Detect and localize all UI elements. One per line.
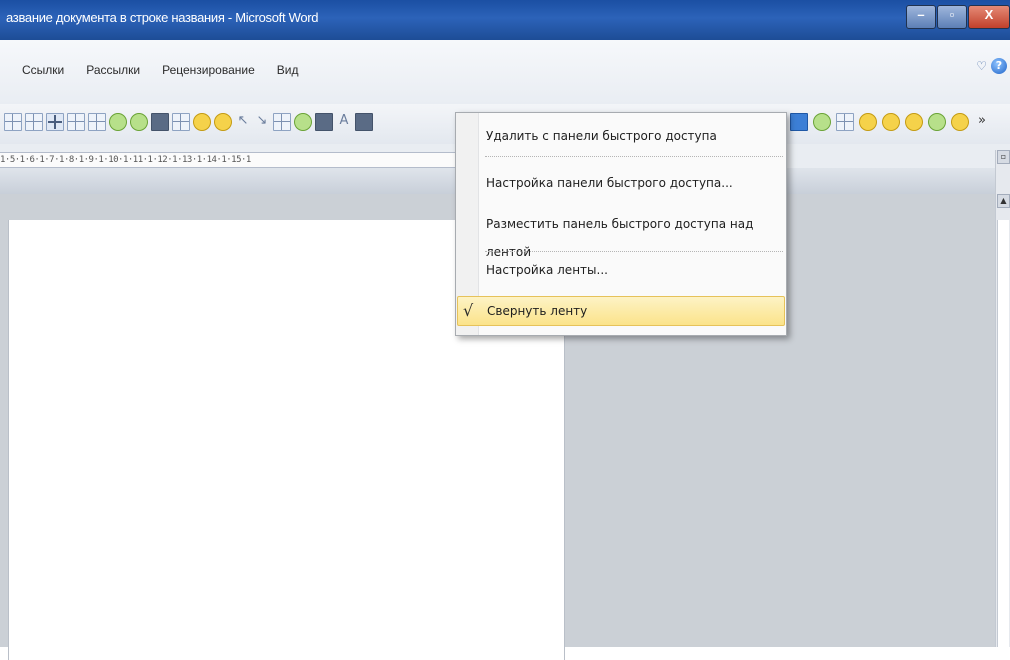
green-ring-icon[interactable]	[813, 113, 831, 131]
table-icon[interactable]	[4, 113, 22, 131]
help-icon[interactable]: ?	[991, 58, 1007, 74]
minimize-button[interactable]: –	[906, 5, 936, 29]
insert-table-icon[interactable]	[25, 113, 43, 131]
dropdown-square-icon[interactable]	[355, 113, 373, 131]
circle-icon[interactable]	[294, 113, 312, 131]
pointer-dropdown-icon[interactable]: ↘	[254, 113, 270, 129]
ribbon-right-controls: ♡ ?	[976, 58, 1007, 74]
qat-icons-left: ↖ ↘ A	[4, 113, 373, 131]
tab-references[interactable]: Ссылки	[22, 63, 64, 77]
menu-item-label: Свернуть ленту	[487, 304, 588, 318]
vertical-scrollbar[interactable]: ▫ ▲	[995, 150, 1010, 647]
green-circle-icon-2[interactable]	[130, 113, 148, 131]
smiley-icon-3[interactable]	[905, 113, 923, 131]
split-cells-icon[interactable]	[67, 113, 85, 131]
select-icon[interactable]	[273, 113, 291, 131]
qat-context-menu: Удалить с панели быстрого доступа Настро…	[455, 112, 787, 336]
menu-item-customize-ribbon[interactable]: Настройка ленты...	[457, 256, 785, 284]
scroll-up-icon[interactable]: ▲	[997, 194, 1010, 208]
menu-item-customize-qat[interactable]: Настройка панели быстрого доступа...	[457, 169, 785, 197]
qat-icons-right: »	[790, 113, 986, 131]
menu-separator	[485, 156, 783, 157]
text-direction-icon[interactable]: A	[336, 113, 352, 129]
title-bar: азвание документа в строке названия - Mi…	[0, 0, 1010, 40]
menu-item-label: Настройка панели быстрого доступа...	[486, 176, 733, 190]
merge-cells-icon[interactable]	[88, 113, 106, 131]
smiley-icon[interactable]	[859, 113, 877, 131]
tab-view[interactable]: Вид	[277, 63, 299, 77]
menu-separator	[485, 251, 783, 252]
window-controls: – ▫ X	[905, 5, 1010, 33]
scroll-track[interactable]	[997, 220, 1009, 647]
check-icon: √	[463, 301, 474, 320]
smiley-icon-2[interactable]	[882, 113, 900, 131]
close-icon: X	[984, 7, 994, 22]
menu-item-label: Настройка ленты...	[486, 263, 608, 277]
tab-mailings[interactable]: Рассылки	[86, 63, 140, 77]
pointer-icon[interactable]: ↖	[235, 113, 251, 129]
close-button[interactable]: X	[968, 5, 1010, 29]
shading-icon[interactable]	[193, 113, 211, 131]
menu-item-label: Удалить с панели быстрого доступа	[486, 129, 717, 143]
fill-square-icon[interactable]	[315, 113, 333, 131]
insert-cross-icon[interactable]	[46, 113, 64, 131]
green-circle-icon[interactable]	[109, 113, 127, 131]
ruler-toggle-icon[interactable]: ▫	[997, 150, 1010, 164]
maximize-button[interactable]: ▫	[937, 5, 967, 29]
menu-item-remove-from-qat[interactable]: Удалить с панели быстрого доступа	[457, 122, 785, 150]
list-icon[interactable]	[836, 113, 854, 131]
expand-ribbon-icon[interactable]: ♡	[976, 59, 987, 73]
minimize-icon: –	[917, 7, 925, 22]
smiley-icon-4[interactable]	[951, 113, 969, 131]
green-ring-icon-2[interactable]	[928, 113, 946, 131]
shading-icon-2[interactable]	[214, 113, 232, 131]
ribbon-tab-strip: Ссылки Рассылки Рецензирование Вид ♡ ?	[0, 40, 1010, 105]
window-title: азвание документа в строке названия - Mi…	[6, 10, 319, 25]
borders-icon[interactable]	[172, 113, 190, 131]
ribbon-tabs: Ссылки Рассылки Рецензирование Вид	[22, 63, 321, 77]
grid-dark-icon[interactable]	[151, 113, 169, 131]
ruler-scale: 1·5·1·6·1·7·1·8·1·9·1·10·1·11·1·12·1·13·…	[0, 152, 470, 168]
tab-review[interactable]: Рецензирование	[162, 63, 255, 77]
maximize-icon: ▫	[949, 7, 955, 22]
blue-square-icon[interactable]	[790, 113, 808, 131]
more-commands-icon[interactable]: »	[978, 113, 986, 131]
menu-item-show-qat-above-ribbon[interactable]: Разместить панель быстрого доступа над л…	[457, 210, 785, 259]
menu-item-minimize-ribbon[interactable]: √ Свернуть ленту	[457, 296, 785, 326]
